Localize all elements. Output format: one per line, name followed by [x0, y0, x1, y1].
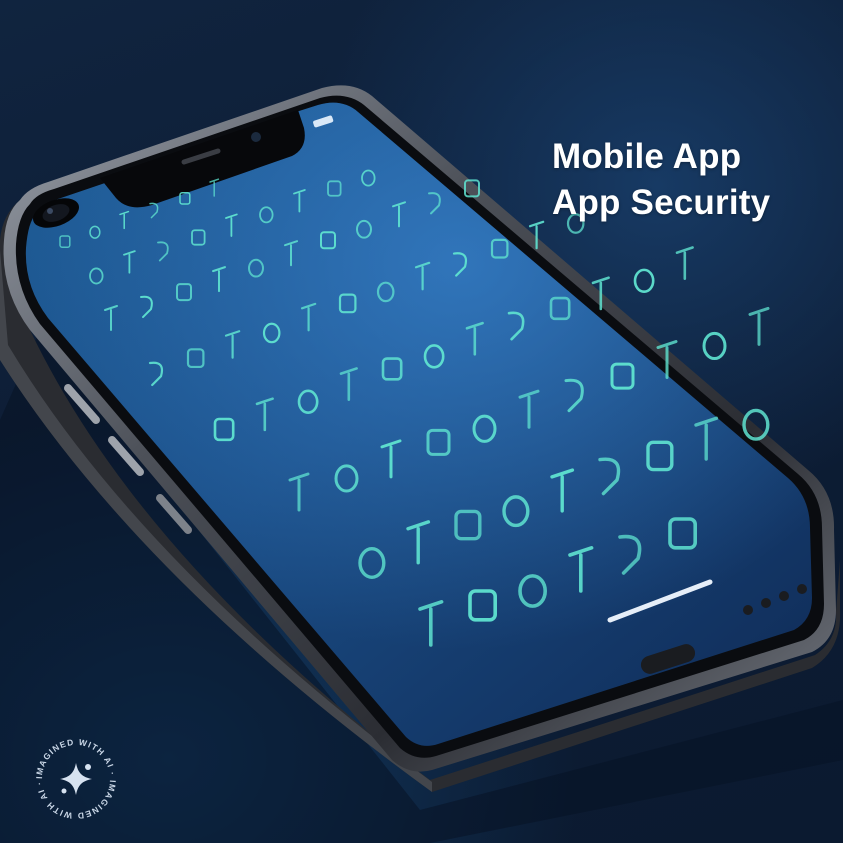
code-glyph-49 — [675, 246, 694, 280]
code-glyph-59 — [702, 331, 727, 361]
code-glyph-48 — [633, 268, 655, 294]
ai-sparkle-icon — [60, 763, 92, 795]
caption: Mobile App App Security — [552, 134, 770, 226]
caption-line-1: Mobile App — [552, 137, 742, 176]
code-glyph-60 — [748, 306, 770, 346]
ai-watermark-badge: IMAGINED WITH AI · IMAGINED WITH AI · — [34, 737, 117, 821]
smartphone — [0, 85, 843, 843]
caption-line-2: App Security — [552, 183, 771, 222]
scene: Mobile App App Security IMAGINED WITH AI… — [0, 0, 843, 843]
